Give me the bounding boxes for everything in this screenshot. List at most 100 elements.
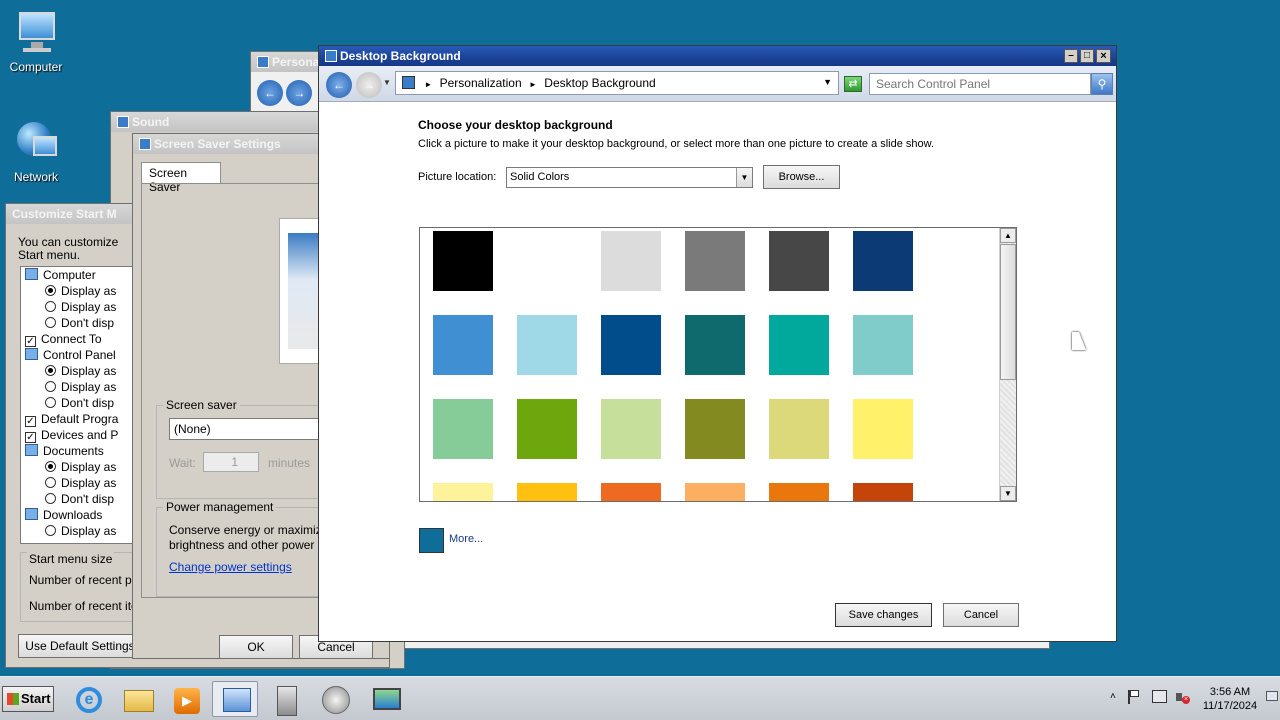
start-menu-option-row[interactable]: Display as: [21, 299, 139, 315]
start-menu-option-row[interactable]: Display as: [21, 475, 139, 491]
start-menu-option-row[interactable]: ✓ Devices and P: [21, 427, 139, 443]
start-menu-option-row[interactable]: Don't disp: [21, 315, 139, 331]
start-menu-options-list[interactable]: Computer Display as Display as Don't disp ✓ C…: [20, 266, 140, 544]
save-changes-button[interactable]: Save changes: [835, 603, 932, 627]
taskbar-internet-explorer[interactable]: e: [64, 681, 110, 717]
radio-button[interactable]: [45, 301, 56, 312]
color-swatch[interactable]: [685, 231, 745, 291]
checkbox[interactable]: ✓: [25, 416, 36, 427]
color-swatch[interactable]: [517, 231, 577, 291]
clock[interactable]: 3:56 AM 11/17/2024: [1198, 685, 1262, 713]
color-swatch[interactable]: [853, 399, 913, 459]
desktop-icon-network[interactable]: Network: [0, 120, 72, 184]
color-swatch[interactable]: [769, 231, 829, 291]
network-tray-icon[interactable]: [1152, 690, 1167, 703]
taskbar-media-player[interactable]: ▶: [162, 681, 208, 717]
start-menu-option-row[interactable]: Display as: [21, 283, 139, 299]
radio-button[interactable]: [45, 461, 56, 472]
minimize-button[interactable]: –: [1064, 49, 1078, 63]
color-swatch[interactable]: [853, 315, 913, 375]
color-swatch[interactable]: [517, 315, 577, 375]
volume-muted-icon[interactable]: ×: [1176, 690, 1190, 704]
scroll-thumb[interactable]: [1000, 244, 1016, 380]
gallery-scrollbar[interactable]: ▲ ▼: [999, 228, 1016, 501]
color-swatch[interactable]: [601, 315, 661, 375]
action-center-flag-icon[interactable]: [1128, 690, 1140, 704]
radio-button[interactable]: [45, 381, 56, 392]
start-menu-option-row[interactable]: Downloads: [21, 507, 139, 523]
start-menu-option-row[interactable]: Don't disp: [21, 395, 139, 411]
browse-button[interactable]: Browse...: [763, 165, 840, 189]
taskbar-sound[interactable]: [312, 681, 358, 717]
address-bar[interactable]: ► Personalization ► Desktop Background ▼: [395, 71, 839, 95]
start-menu-option-row[interactable]: ✓ Default Progra: [21, 411, 139, 427]
taskbar-control-panel[interactable]: [212, 681, 258, 717]
more-colors-link[interactable]: More...: [449, 533, 483, 545]
screen-saver-ok-button[interactable]: OK: [219, 635, 293, 659]
start-menu-option-row[interactable]: Display as: [21, 523, 139, 539]
use-default-settings-button[interactable]: Use Default Settings: [18, 634, 142, 658]
desktop-icon-computer[interactable]: Computer: [0, 10, 72, 74]
color-swatch[interactable]: [853, 483, 913, 501]
color-swatch[interactable]: [685, 315, 745, 375]
color-swatch[interactable]: [517, 483, 577, 501]
change-power-settings-link[interactable]: Change power settings: [169, 560, 292, 574]
color-swatch[interactable]: [601, 399, 661, 459]
show-hidden-icons-icon[interactable]: ˄: [1110, 691, 1116, 702]
color-swatch[interactable]: [433, 231, 493, 291]
start-menu-option-row[interactable]: Computer: [21, 267, 139, 283]
radio-button[interactable]: [45, 493, 56, 504]
color-swatch[interactable]: [517, 399, 577, 459]
picture-location-select[interactable]: Solid Colors ▼: [506, 167, 753, 188]
color-swatch[interactable]: [433, 399, 493, 459]
taskbar-display-settings[interactable]: [362, 681, 408, 717]
radio-button[interactable]: [45, 365, 56, 376]
color-swatch[interactable]: [769, 315, 829, 375]
start-menu-option-row[interactable]: Documents: [21, 443, 139, 459]
wait-stepper[interactable]: 1: [203, 452, 259, 472]
color-swatch[interactable]: [769, 399, 829, 459]
color-swatch[interactable]: [433, 483, 493, 501]
scroll-down-arrow-icon[interactable]: ▼: [1000, 486, 1016, 501]
color-swatch[interactable]: [433, 315, 493, 375]
checkbox[interactable]: ✓: [25, 336, 36, 347]
color-swatch[interactable]: [685, 399, 745, 459]
color-swatch[interactable]: [853, 231, 913, 291]
refresh-icon[interactable]: ⇄: [844, 76, 862, 92]
desktop-background-titlebar[interactable]: Desktop Background – □ ×: [319, 46, 1116, 66]
cancel-button[interactable]: Cancel: [943, 603, 1019, 627]
forward-arrow-icon[interactable]: →: [286, 80, 313, 106]
start-menu-option-row[interactable]: Don't disp: [21, 491, 139, 507]
start-menu-option-row[interactable]: Display as: [21, 363, 139, 379]
screen-saver-tab[interactable]: Screen Saver: [141, 162, 221, 194]
scroll-up-arrow-icon[interactable]: ▲: [1000, 228, 1016, 243]
radio-button[interactable]: [45, 477, 56, 488]
color-swatch[interactable]: [601, 231, 661, 291]
search-icon[interactable]: ⚲: [1091, 73, 1113, 95]
forward-arrow-icon[interactable]: →: [356, 72, 382, 98]
chevron-down-icon[interactable]: ▼: [736, 168, 752, 187]
color-swatch[interactable]: [685, 483, 745, 501]
search-input[interactable]: [869, 73, 1091, 95]
start-menu-option-row[interactable]: Control Panel: [21, 347, 139, 363]
more-colors-swatch[interactable]: [419, 528, 444, 553]
taskbar-server-manager[interactable]: [262, 681, 308, 717]
show-desktop-icon[interactable]: [1266, 691, 1278, 701]
back-arrow-icon[interactable]: ←: [326, 72, 352, 98]
maximize-button[interactable]: □: [1080, 49, 1094, 63]
taskbar-explorer[interactable]: [114, 681, 160, 717]
recent-pages-chevron-icon[interactable]: ▼: [383, 78, 391, 87]
address-dropdown-icon[interactable]: ▼: [823, 77, 832, 87]
checkbox[interactable]: ✓: [25, 432, 36, 443]
back-arrow-icon[interactable]: ←: [257, 80, 283, 106]
close-button[interactable]: ×: [1096, 49, 1111, 63]
radio-button[interactable]: [45, 525, 56, 536]
breadcrumb-desktop-background[interactable]: Desktop Background: [544, 76, 655, 90]
start-menu-option-row[interactable]: Display as: [21, 459, 139, 475]
color-swatch[interactable]: [769, 483, 829, 501]
start-menu-option-row[interactable]: Display as: [21, 379, 139, 395]
radio-button[interactable]: [45, 397, 56, 408]
breadcrumb-personalization[interactable]: Personalization: [440, 76, 522, 90]
radio-button[interactable]: [45, 317, 56, 328]
color-swatch[interactable]: [601, 483, 661, 501]
